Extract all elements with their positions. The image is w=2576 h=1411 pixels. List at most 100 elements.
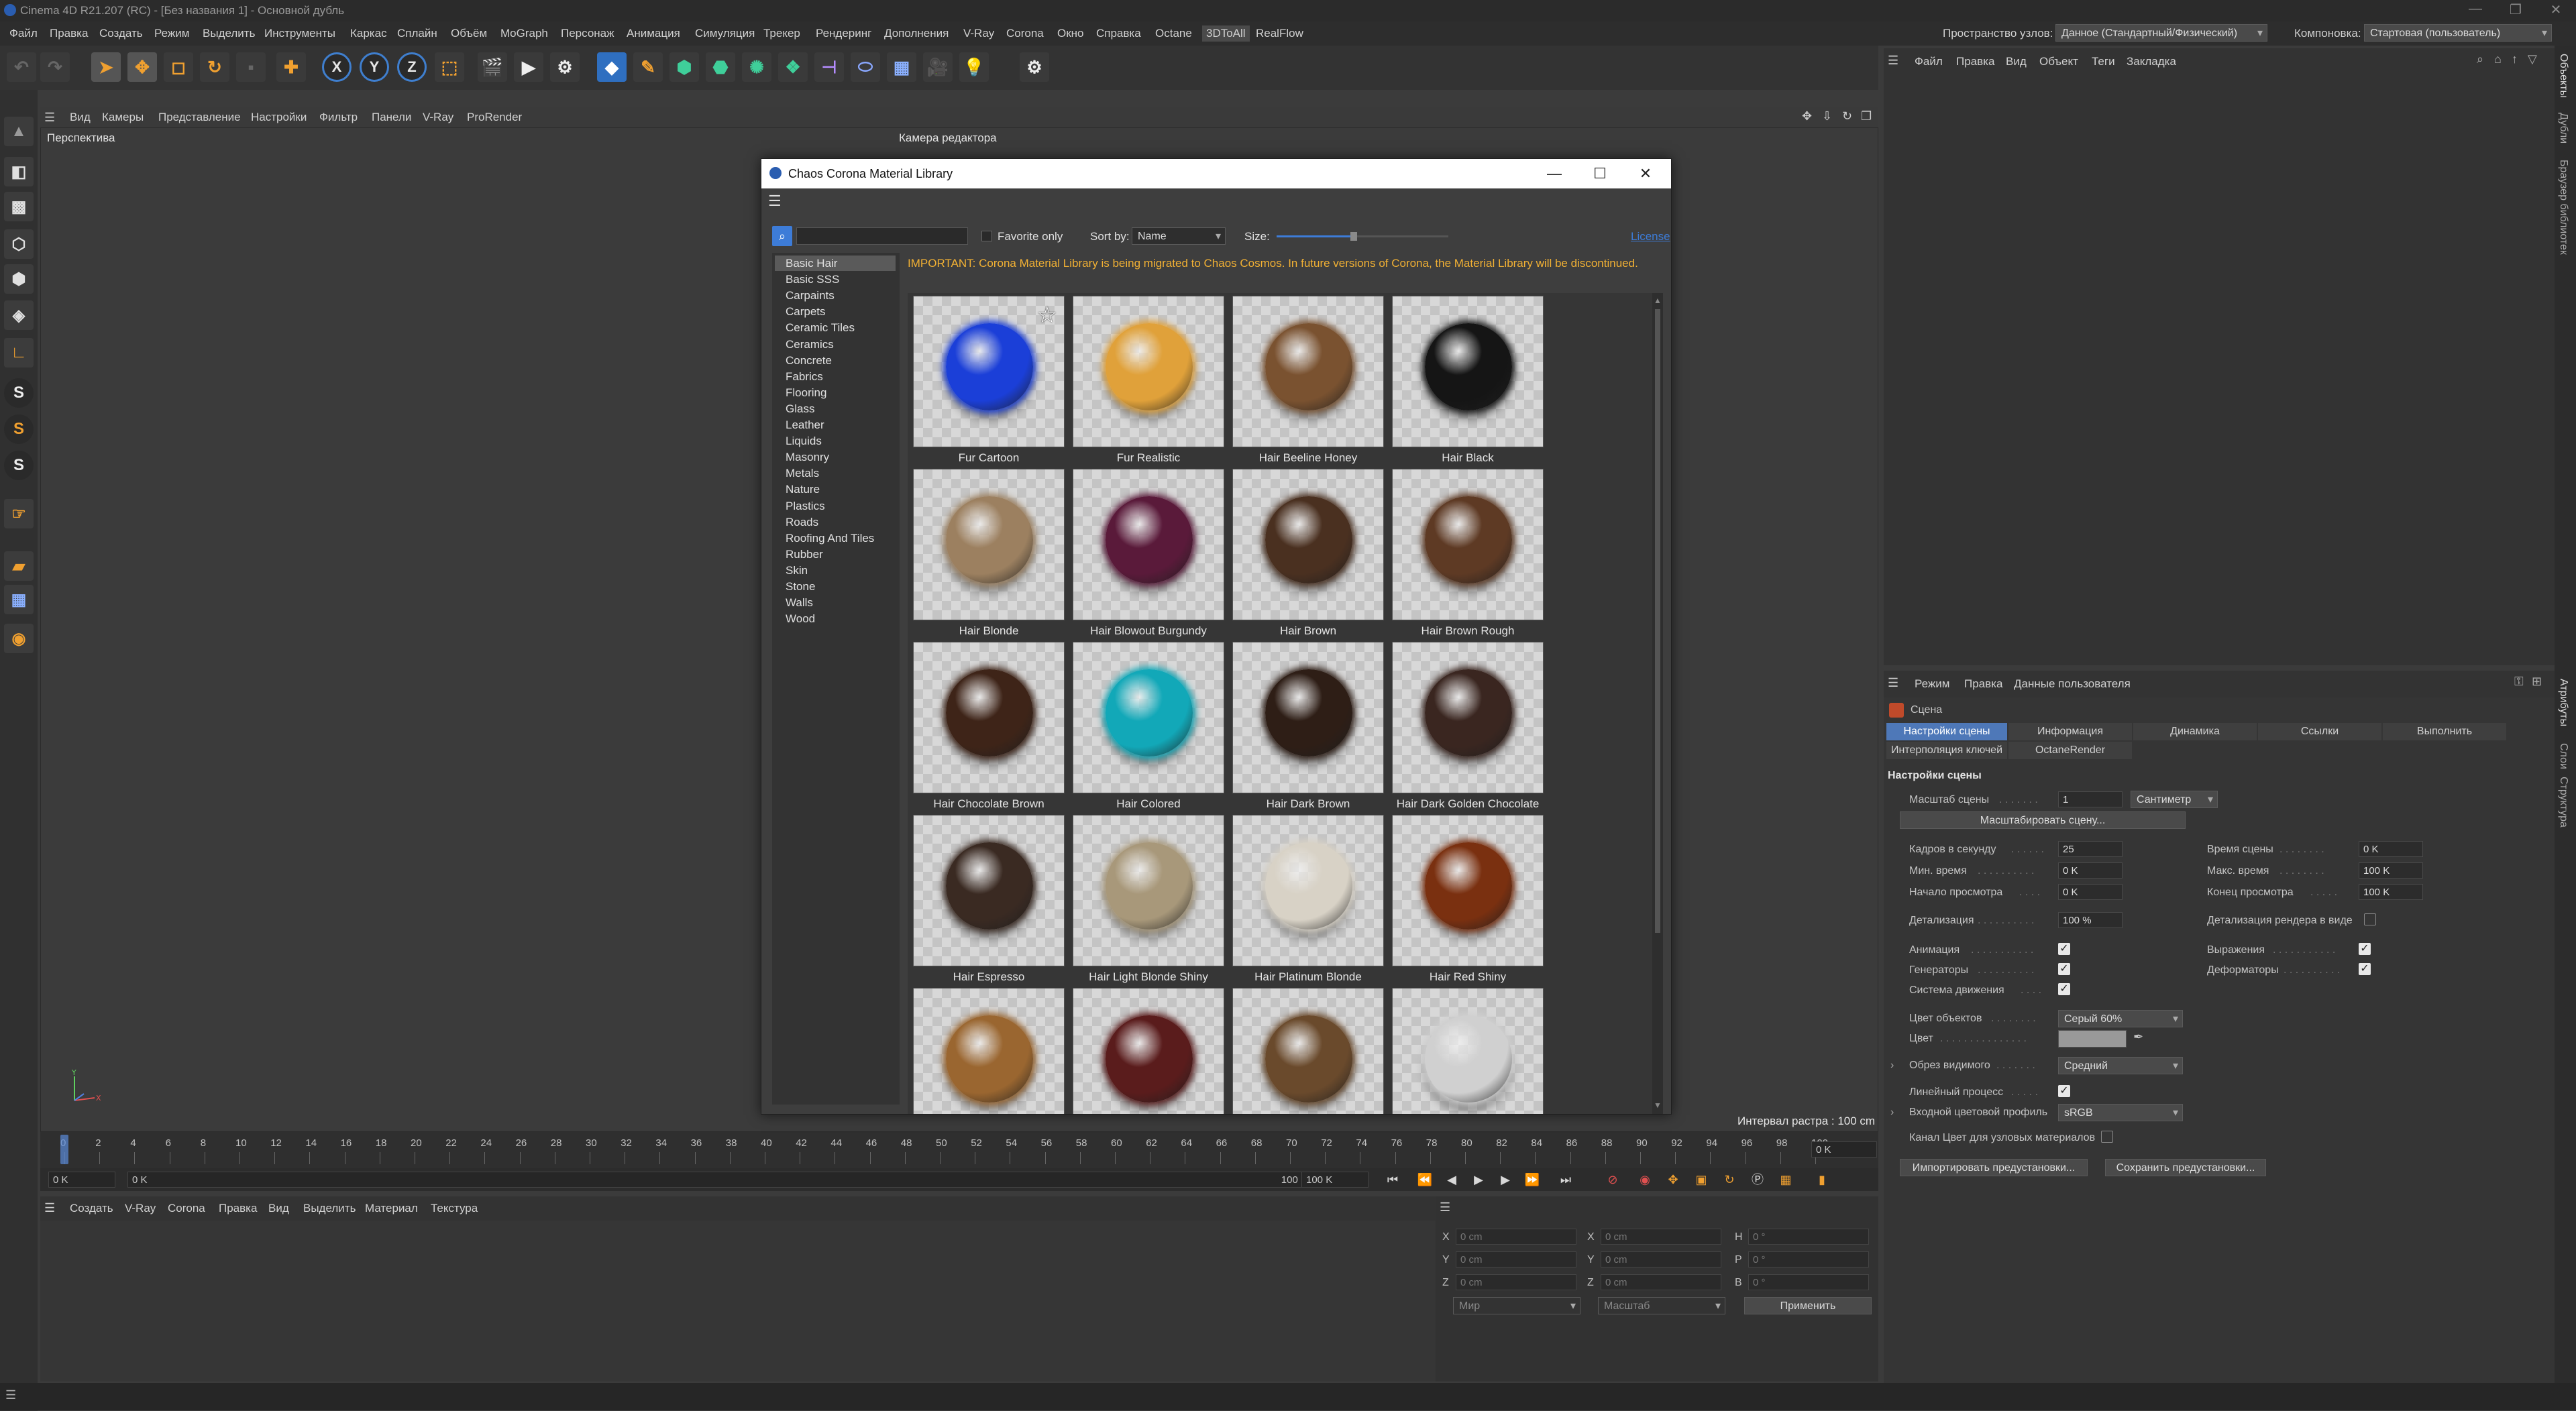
material-card[interactable]: Hair Dark Golden Chocolate — [1392, 642, 1544, 815]
menu-tracker[interactable]: Трекер — [763, 27, 800, 40]
sort-by-select[interactable]: Name — [1132, 227, 1226, 245]
play-icon[interactable]: ▶ — [1469, 1171, 1488, 1188]
field-object-icon[interactable]: ❖ — [778, 52, 808, 82]
menu-tools[interactable]: Инструменты — [264, 27, 335, 40]
objects-menu-icon[interactable]: ☰ — [1888, 54, 1898, 68]
category-item[interactable]: Skin — [775, 563, 896, 578]
mat-menu-texture[interactable]: Текстура — [431, 1202, 478, 1215]
menu-corona[interactable]: Corona — [1006, 27, 1044, 40]
viewport-menu-icon[interactable]: ☰ — [44, 111, 55, 125]
mat-menu-corona[interactable]: Corona — [168, 1202, 205, 1215]
category-item[interactable]: Nature — [775, 482, 896, 497]
effector-icon[interactable]: ⬭ — [851, 52, 880, 82]
dialog-minimize-button[interactable]: — — [1533, 162, 1576, 186]
category-item[interactable]: Leather — [775, 417, 896, 433]
coord-size-z-field[interactable]: 0 cm — [1601, 1274, 1721, 1290]
material-thumbnail[interactable] — [913, 988, 1065, 1114]
material-thumbnail[interactable] — [1232, 815, 1384, 966]
move-icon[interactable]: ✥ — [127, 52, 157, 82]
expressions-checkbox[interactable]: ✓ — [2359, 943, 2371, 955]
cube-primitive-icon[interactable]: ◆ — [597, 52, 627, 82]
menu-select[interactable]: Выделить — [203, 27, 255, 40]
deformer-icon[interactable]: ⊣ — [814, 52, 844, 82]
category-item[interactable]: Rubber — [775, 547, 896, 562]
menu-3dtoall[interactable]: 3DToAll — [1202, 25, 1250, 42]
current-frame-field[interactable]: 0 K — [48, 1172, 115, 1188]
attr-new-panel-icon[interactable]: ⊞ — [2532, 675, 2542, 689]
scale-icon[interactable]: ◻ — [164, 52, 193, 82]
scroll-up-icon[interactable]: ▲ — [1654, 296, 1662, 305]
save-presets-button[interactable]: Сохранить предустановки... — [2105, 1159, 2266, 1176]
category-item[interactable]: Basic SSS — [775, 272, 896, 287]
preview-end-field[interactable]: 100 K — [2359, 884, 2423, 900]
tab-scene-settings[interactable]: Настройки сцены — [1886, 723, 2007, 740]
min-time-field[interactable]: 0 K — [2058, 862, 2123, 879]
rotate-icon[interactable]: ↻ — [200, 52, 229, 82]
goto-start-icon[interactable]: ⏮ — [1383, 1171, 1402, 1188]
size-slider-handle[interactable] — [1350, 232, 1358, 241]
category-item[interactable]: Plastics — [775, 498, 896, 514]
coord-rot-h-field[interactable]: 0 ° — [1748, 1229, 1869, 1245]
material-card[interactable]: Hair Red Shiny — [1392, 815, 1544, 988]
viewport-menu-panel[interactable]: Панели — [372, 111, 411, 124]
viewport-zoom-icon[interactable]: ⇩ — [1822, 109, 1832, 123]
material-card[interactable]: Hair Espresso — [913, 815, 1065, 988]
menu-mograph[interactable]: MoGraph — [500, 27, 548, 40]
dialog-maximize-button[interactable]: ☐ — [1578, 162, 1621, 186]
tab-dynamics[interactable]: Динамика — [2133, 723, 2257, 740]
model-mode-icon[interactable]: ◧ — [4, 157, 34, 186]
scroll-thumb[interactable] — [1655, 309, 1660, 933]
category-item[interactable]: Roads — [775, 514, 896, 530]
obj-filter-icon[interactable]: ▽ — [2528, 52, 2537, 66]
node-space-select[interactable]: Данное (Стандартный/Физический) — [2055, 24, 2267, 42]
menu-help[interactable]: Справка — [1096, 27, 1141, 40]
menu-render[interactable]: Рендеринг — [816, 27, 871, 40]
side-tab-content-browser[interactable]: Браузер библиотек — [2557, 160, 2569, 255]
animation-checkbox[interactable]: ✓ — [2058, 943, 2070, 955]
solo-mode-icon[interactable]: ◉ — [4, 624, 34, 653]
material-card[interactable]: ☆ Fur Cartoon — [913, 296, 1065, 469]
category-item[interactable]: Metals — [775, 465, 896, 481]
recent-tool-icon[interactable]: ▪ — [236, 52, 266, 82]
material-thumbnail[interactable] — [1073, 988, 1224, 1114]
menu-simulation[interactable]: Симуляция — [695, 27, 755, 40]
menu-edit[interactable]: Правка — [50, 27, 88, 40]
menu-realflow[interactable]: RealFlow — [1256, 27, 1303, 40]
material-card[interactable] — [913, 988, 1065, 1114]
material-thumbnail[interactable] — [1392, 296, 1544, 447]
workplane-icon[interactable]: ▰ — [4, 551, 34, 581]
redo-icon[interactable]: ↷ — [40, 52, 70, 82]
tweak-mode-icon[interactable]: ☞ — [4, 499, 34, 528]
snap-workplane-icon[interactable]: S — [4, 451, 34, 480]
side-tab-layers[interactable]: Слои — [2557, 743, 2569, 769]
coord-size-x-field[interactable]: 0 cm — [1601, 1229, 1721, 1245]
material-card[interactable]: Hair Beeline Honey — [1232, 296, 1384, 469]
maximize-button[interactable]: ❐ — [2496, 1, 2536, 20]
attr-menu-edit[interactable]: Правка — [1964, 677, 2002, 691]
category-item[interactable]: Carpets — [775, 304, 896, 319]
category-item[interactable]: Ceramics — [775, 337, 896, 352]
attr-lock-icon[interactable]: ⚿ — [2514, 675, 2524, 689]
category-item[interactable]: Fabrics — [775, 369, 896, 384]
timeline-panel-icon[interactable]: ▮ — [1813, 1171, 1831, 1188]
coord-pos-x-field[interactable]: 0 cm — [1456, 1229, 1576, 1245]
y-axis-lock-icon[interactable]: Y — [360, 52, 389, 82]
side-tab-structure[interactable]: Структура — [2557, 777, 2569, 828]
viewport-menu-vray[interactable]: V-Ray — [423, 111, 453, 124]
clip-expand-icon[interactable]: › — [1890, 1060, 1894, 1072]
key-position-icon[interactable]: ✥ — [1664, 1171, 1682, 1188]
frame-range-slider[interactable]: 0 K 100 K — [127, 1172, 1322, 1188]
z-axis-lock-icon[interactable]: Z — [397, 52, 427, 82]
category-item[interactable]: Flooring — [775, 385, 896, 400]
material-thumbnail[interactable] — [1392, 815, 1544, 966]
snap-enable-icon[interactable]: S — [4, 414, 34, 444]
scale-field[interactable]: 1 — [2058, 791, 2123, 807]
subdivision-surface-icon[interactable]: ⬢ — [669, 52, 699, 82]
material-thumbnail[interactable] — [1232, 469, 1384, 620]
record-keys-icon[interactable]: ⊘ — [1603, 1171, 1622, 1188]
category-item[interactable]: Carpaints — [775, 288, 896, 303]
coord-rot-b-field[interactable]: 0 ° — [1748, 1274, 1869, 1290]
coord-scale-select[interactable]: Масштаб — [1598, 1297, 1725, 1315]
material-thumbnail[interactable] — [913, 469, 1065, 620]
viewport-maximize-icon[interactable]: ❐ — [1861, 109, 1872, 123]
